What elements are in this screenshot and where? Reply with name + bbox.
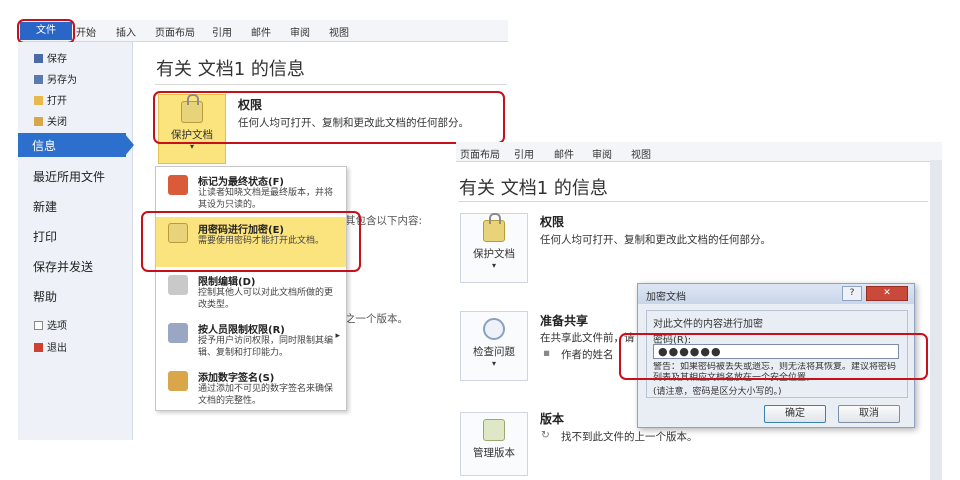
menu-item-desc: 授予用户访问权限，同时限制其编辑、复制和打印能力。 <box>198 336 334 358</box>
menu-item-title: 标记为最终状态(F) <box>198 177 284 188</box>
tab-page-layout[interactable]: 页面布局 <box>155 24 195 39</box>
ribbon-bar-2: 页面布局 引用 邮件 审阅 视图 <box>456 142 942 162</box>
sidebar-item-label: 另存为 <box>47 75 77 86</box>
manage-versions-label: 管理版本 <box>473 447 515 459</box>
menu-item-digital-signature[interactable]: 添加数字签名(S) 通过添加不可见的数字签名来确保文档的完整性。 <box>156 365 346 413</box>
manage-versions-button[interactable]: 管理版本 <box>460 412 528 476</box>
tab-home[interactable]: 开始 <box>76 24 96 39</box>
tab-review[interactable]: 审阅 <box>290 24 310 39</box>
sidebar-item-save-send[interactable]: 保存并发送 <box>33 258 93 275</box>
protect-document-menu: 标记为最终状态(F) 让读者知晓文档是最终版本，并将其设为只读的。 用密码进行加… <box>155 166 347 411</box>
dialog-titlebar: 加密文档 ? ✕ <box>638 284 914 304</box>
chevron-down-icon: ▾ <box>491 359 496 368</box>
tab-mailings[interactable]: 邮件 <box>554 146 574 161</box>
sidebar-item-help[interactable]: 帮助 <box>33 288 57 305</box>
chevron-down-icon: ▾ <box>491 261 496 270</box>
menu-item-mark-final[interactable]: 标记为最终状态(F) 让读者知晓文档是最终版本，并将其设为只读的。 <box>156 169 346 217</box>
versions-desc: 找不到此文件的上一个版本。 <box>561 431 698 443</box>
protect-document-button[interactable]: 保护文档 ▾ <box>460 213 528 283</box>
group-label: 对此文件的内容进行加密 <box>653 319 763 330</box>
sidebar-item-new[interactable]: 新建 <box>33 198 57 215</box>
highlight-permissions <box>153 91 505 144</box>
open-folder-icon <box>34 96 43 105</box>
people-permission-icon <box>168 323 188 343</box>
selected-arrow-icon <box>124 133 134 157</box>
menu-item-title: 限制编辑(D) <box>198 277 256 288</box>
inspect-label: 检查问题 <box>473 346 515 358</box>
digital-signature-icon <box>168 371 188 391</box>
options-icon <box>34 321 43 330</box>
sidebar-item-label: 信息 <box>32 139 57 153</box>
sidebar-item-label: 退出 <box>47 343 67 354</box>
menu-item-title: 按人员限制权限(R) <box>198 325 285 336</box>
sidebar-item-info[interactable]: 信息 <box>18 133 126 157</box>
menu-item-desc: 通过添加不可见的数字签名来确保文档的完整性。 <box>198 384 334 406</box>
tab-insert[interactable]: 插入 <box>116 24 136 39</box>
bullet-icon: ▪ <box>543 347 551 359</box>
menu-item-title: 添加数字签名(S) <box>198 373 275 384</box>
exit-icon <box>34 343 43 352</box>
ok-button[interactable]: 确定 <box>764 405 826 423</box>
menu-item-desc: 控制其他人可以对此文档所做的更改类型。 <box>198 288 334 310</box>
tab-references[interactable]: 引用 <box>514 146 534 161</box>
tab-view[interactable]: 视图 <box>631 146 651 161</box>
partial-text: 之一个版本。 <box>345 313 408 325</box>
sidebar-item-print[interactable]: 打印 <box>33 228 57 245</box>
versions-icon-small: ↻ <box>541 429 550 441</box>
sidebar-item-options[interactable]: 选项 <box>34 317 67 332</box>
permissions-title: 权限 <box>540 215 565 229</box>
ribbon-bar: 开始 插入 页面布局 引用 邮件 审阅 视图 <box>18 20 508 42</box>
sidebar-item-open[interactable]: 打开 <box>34 92 67 107</box>
cancel-button[interactable]: 取消 <box>838 405 900 423</box>
menu-item-desc: 让读者知晓文档是最终版本，并将其设为只读的。 <box>198 188 334 210</box>
prepare-title: 准备共享 <box>540 314 589 328</box>
menu-item-restrict-edit[interactable]: 限制编辑(D) 控制其他人可以对此文档所做的更改类型。 <box>156 269 346 317</box>
backstage-sidebar: 保存 另存为 打开 关闭 最近所用文件 新建 打印 保存并发送 帮助 选项 退出 <box>18 42 133 440</box>
highlight-file-tab <box>17 19 75 44</box>
sidebar-item-save[interactable]: 保存 <box>34 50 67 65</box>
divider <box>458 201 928 202</box>
versions-icon <box>483 419 505 441</box>
scrollbar[interactable] <box>930 160 942 480</box>
inspect-document-button[interactable]: 检查问题 ▾ <box>460 311 528 381</box>
sidebar-item-label: 打开 <box>47 96 67 107</box>
save-icon <box>34 54 43 63</box>
page-title: 有关 文档1 的信息 <box>156 59 305 80</box>
save-as-icon <box>34 75 43 84</box>
mark-final-icon <box>168 175 188 195</box>
page-title: 有关 文档1 的信息 <box>459 178 608 199</box>
menu-item-restrict-people[interactable]: 按人员限制权限(R) 授予用户访问权限，同时限制其编辑、复制和打印能力。 ▸ <box>156 317 346 365</box>
restrict-edit-icon <box>168 275 188 295</box>
chevron-right-icon: ▸ <box>335 331 340 341</box>
tab-review[interactable]: 审阅 <box>592 146 612 161</box>
sidebar-item-label: 关闭 <box>47 117 67 128</box>
tab-view[interactable]: 视图 <box>329 24 349 39</box>
close-button[interactable]: ✕ <box>866 286 908 301</box>
tab-mailings[interactable]: 邮件 <box>251 24 271 39</box>
divider <box>155 84 507 85</box>
highlight-encrypt <box>141 211 361 272</box>
tab-references[interactable]: 引用 <box>212 24 232 39</box>
tab-page-layout[interactable]: 页面布局 <box>460 146 500 161</box>
sidebar-item-label: 保存 <box>47 54 67 65</box>
sidebar-item-exit[interactable]: 退出 <box>34 339 67 354</box>
sidebar-item-recent[interactable]: 最近所用文件 <box>33 168 105 185</box>
lock-icon <box>483 213 505 242</box>
help-button[interactable]: ? <box>842 286 862 301</box>
permissions-desc: 任何人均可打开、复制和更改此文档的任何部分。 <box>540 234 771 246</box>
inspect-icon <box>483 318 505 340</box>
sidebar-item-close[interactable]: 关闭 <box>34 113 67 128</box>
author-label: 作者的姓名 <box>561 349 614 361</box>
dialog-title: 加密文档 <box>646 292 686 303</box>
protect-document-label: 保护文档 <box>473 248 515 260</box>
sidebar-item-label: 选项 <box>47 321 67 332</box>
sidebar-item-save-as[interactable]: 另存为 <box>34 71 77 86</box>
case-sensitive-note: (请注意，密码是区分大小写的。) <box>653 387 782 397</box>
close-doc-icon <box>34 117 43 126</box>
versions-title: 版本 <box>540 412 565 426</box>
highlight-password <box>619 333 928 380</box>
